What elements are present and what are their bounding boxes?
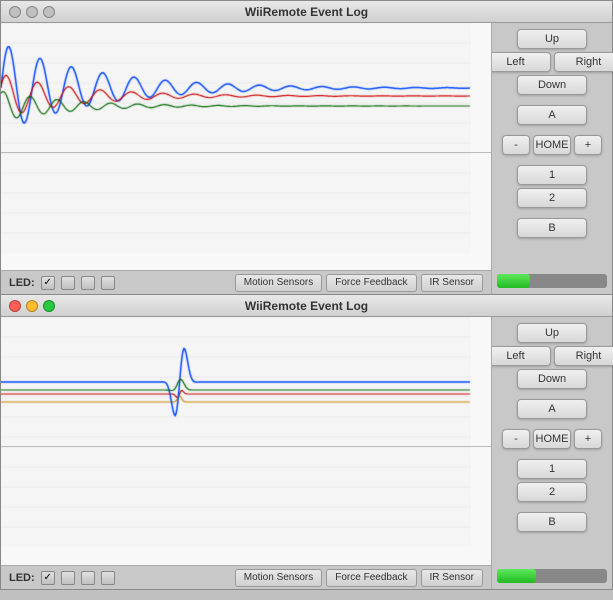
plus-button-2[interactable]: + [574, 429, 602, 449]
motion-sensors-tab-2[interactable]: Motion Sensors [235, 569, 322, 587]
led-check-8[interactable] [101, 571, 115, 585]
close-button-2[interactable] [9, 300, 21, 312]
minimize-button-2[interactable] [26, 300, 38, 312]
home-button-2[interactable]: HOME [533, 429, 571, 449]
window-title-2: WiiRemote Event Log [245, 299, 368, 313]
traffic-lights-1 [9, 6, 55, 18]
one-button-2[interactable]: 1 [517, 459, 587, 479]
sidebar-2: Up Left Right Down A - HOME + 1 2 B [492, 317, 612, 589]
chart-top-1 [1, 23, 491, 153]
force-feedback-tab-2[interactable]: Force Feedback [326, 569, 416, 587]
b-button-2[interactable]: B [517, 512, 587, 532]
led-check-3[interactable] [81, 276, 95, 290]
home-row-2: - HOME + [502, 429, 602, 449]
led-check-5[interactable]: ✓ [41, 571, 55, 585]
sidebar-1: Up Left Right Down A - HOME + 1 2 B [492, 23, 612, 294]
window-2: WiiRemote Event Log LED: ✓ Motion Sensor… [0, 295, 613, 590]
home-row-1: - HOME + [502, 135, 602, 155]
home-button-1[interactable]: HOME [533, 135, 571, 155]
chart-top-2 [1, 317, 491, 447]
plus-button-1[interactable]: + [574, 135, 602, 155]
minus-button-2[interactable]: - [502, 429, 530, 449]
bottom-bar-2: LED: ✓ Motion Sensors Force Feedback IR … [1, 565, 491, 589]
b-button-1[interactable]: B [517, 218, 587, 238]
bottom-btns-2: Motion Sensors Force Feedback IR Sensor [235, 569, 483, 587]
close-button-1[interactable] [9, 6, 21, 18]
maximize-button-1[interactable] [43, 6, 55, 18]
progress-bar-container-2 [497, 569, 607, 583]
maximize-button-2[interactable] [43, 300, 55, 312]
down-button-2[interactable]: Down [517, 369, 587, 389]
lr-row-1: Left Right [481, 52, 613, 72]
led-check-4[interactable] [101, 276, 115, 290]
ir-sensor-tab-1[interactable]: IR Sensor [421, 274, 483, 292]
window-1: WiiRemote Event Log LED: ✓ Motion Sensor… [0, 0, 613, 295]
titlebar-2: WiiRemote Event Log [1, 295, 612, 317]
up-button-1[interactable]: Up [517, 29, 587, 49]
progress-bar-container-1 [497, 274, 607, 288]
force-feedback-tab-1[interactable]: Force Feedback [326, 274, 416, 292]
one-button-1[interactable]: 1 [517, 165, 587, 185]
chart-area-2: LED: ✓ Motion Sensors Force Feedback IR … [1, 317, 492, 589]
up-button-2[interactable]: Up [517, 323, 587, 343]
led-check-6[interactable] [61, 571, 75, 585]
bottom-btns-1: Motion Sensors Force Feedback IR Sensor [235, 274, 483, 292]
window-title-1: WiiRemote Event Log [245, 5, 368, 19]
chart-area-1: LED: ✓ Motion Sensors Force Feedback IR … [1, 23, 492, 294]
window-body-2: LED: ✓ Motion Sensors Force Feedback IR … [1, 317, 612, 589]
right-button-1[interactable]: Right [554, 52, 613, 72]
a-button-1[interactable]: A [517, 105, 587, 125]
led-check-2[interactable] [61, 276, 75, 290]
led-label-1: LED: [9, 277, 35, 289]
a-button-2[interactable]: A [517, 399, 587, 419]
right-button-2[interactable]: Right [554, 346, 613, 366]
led-check-1[interactable]: ✓ [41, 276, 55, 290]
window-body-1: LED: ✓ Motion Sensors Force Feedback IR … [1, 23, 612, 294]
down-button-1[interactable]: Down [517, 75, 587, 95]
bottom-bar-1: LED: ✓ Motion Sensors Force Feedback IR … [1, 270, 491, 294]
titlebar-1: WiiRemote Event Log [1, 1, 612, 23]
motion-sensors-tab-1[interactable]: Motion Sensors [235, 274, 322, 292]
ir-sensor-tab-2[interactable]: IR Sensor [421, 569, 483, 587]
lr-row-2: Left Right [481, 346, 613, 366]
two-button-1[interactable]: 2 [517, 188, 587, 208]
minimize-button-1[interactable] [26, 6, 38, 18]
progress-bar-2 [497, 569, 536, 583]
led-check-7[interactable] [81, 571, 95, 585]
minus-button-1[interactable]: - [502, 135, 530, 155]
two-button-2[interactable]: 2 [517, 482, 587, 502]
progress-bar-1 [497, 274, 530, 288]
traffic-lights-2 [9, 300, 55, 312]
led-label-2: LED: [9, 572, 35, 584]
